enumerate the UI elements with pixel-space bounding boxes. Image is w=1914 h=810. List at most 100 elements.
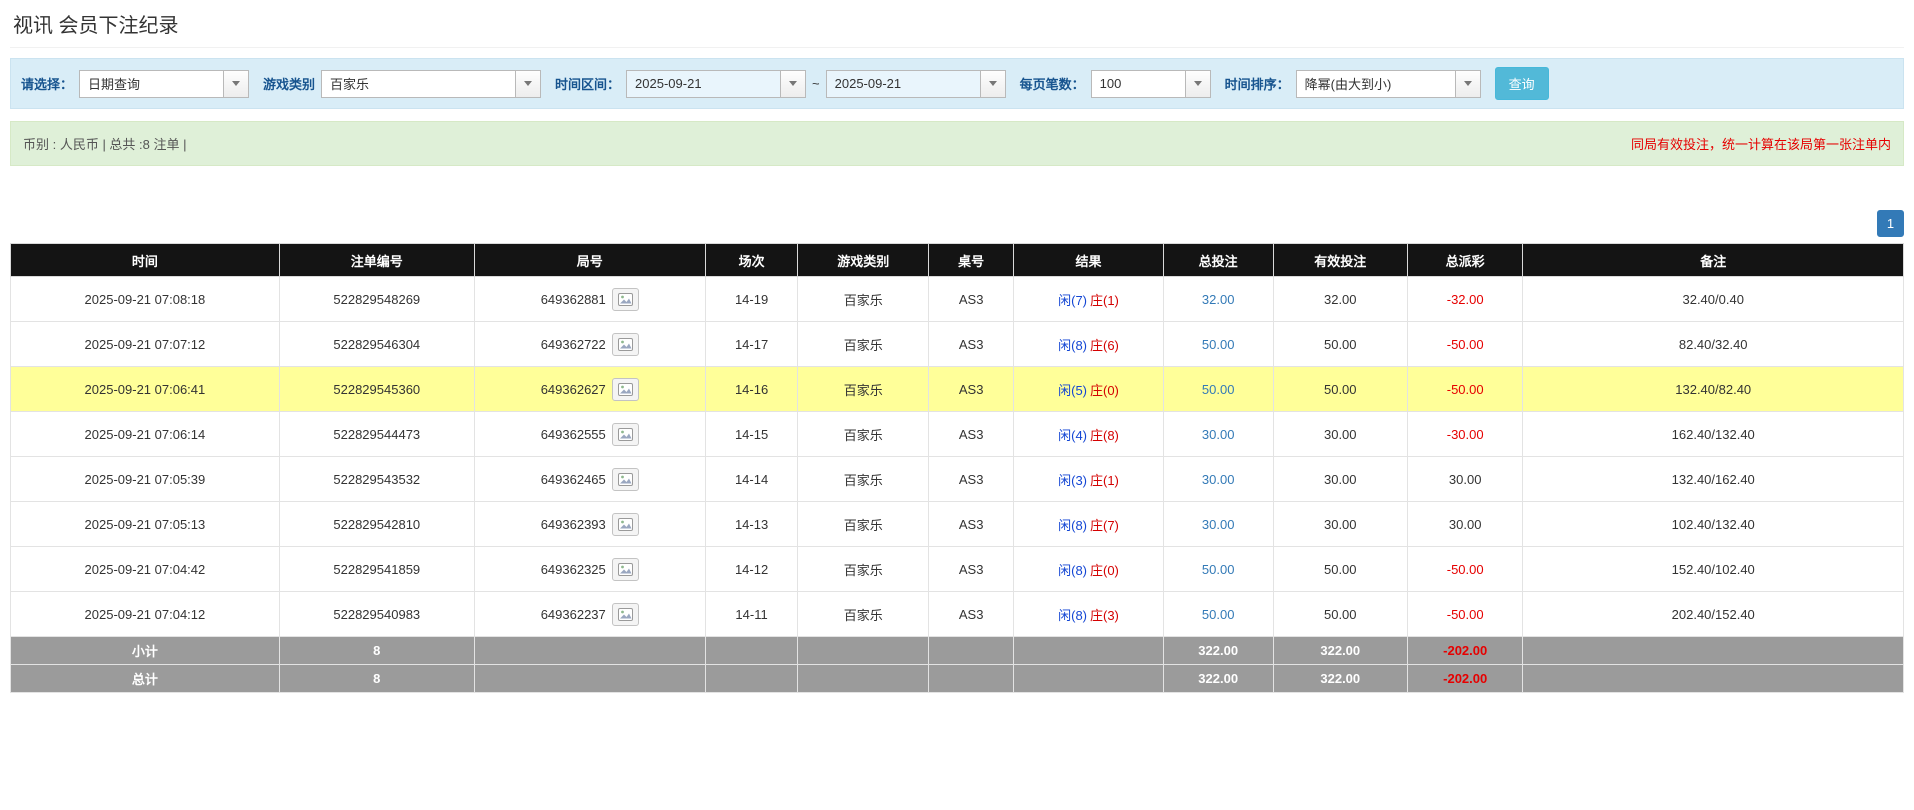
sort-label: 时间排序： (1224, 77, 1290, 92)
cell-result: 闲(8) 庄(6) (1013, 321, 1164, 367)
date-range-group: 时间区间： ~ (555, 69, 1006, 98)
cell-bet-id: 522829542810 (278, 501, 475, 547)
total-bet-link[interactable]: 50.00 (1202, 607, 1235, 622)
subtotal-row: 小计 8 322.00 322.00 -202.00 (10, 636, 1904, 665)
result-player: 闲(3) (1058, 472, 1087, 488)
cell-remark: 202.40/152.40 (1522, 591, 1904, 637)
search-button[interactable]: 查询 (1494, 67, 1549, 100)
cell-payout: 30.00 (1406, 456, 1524, 502)
total-bet-link[interactable]: 32.00 (1202, 292, 1235, 307)
round-result-icon[interactable] (611, 467, 639, 491)
round-result-icon[interactable] (611, 602, 639, 626)
cell-time: 2025-09-21 07:08:18 (10, 276, 280, 322)
table-row: 2025-09-21 07:08:18 522829548269 6493628… (10, 276, 1904, 322)
date-to-dropdown-button[interactable] (980, 69, 1006, 98)
date-from-dropdown-button[interactable] (781, 69, 807, 98)
cell-remark: 132.40/162.40 (1522, 456, 1904, 502)
game-type-dropdown-button[interactable] (516, 69, 542, 98)
total-bet-link[interactable]: 50.00 (1202, 382, 1235, 397)
cell-total-bet: 50.00 (1162, 591, 1274, 637)
total-bet-link[interactable]: 30.00 (1202, 427, 1235, 442)
col-header-time: 时间 (10, 243, 280, 277)
date-to-input[interactable] (825, 69, 981, 98)
cell-session: 14-19 (704, 276, 799, 322)
col-header-table-no: 桌号 (928, 243, 1015, 277)
col-header-remark: 备注 (1522, 243, 1904, 277)
picture-icon (617, 292, 633, 306)
bet-table: 时间 注单编号 局号 场次 游戏类别 桌号 结果 总投注 有效投注 总派彩 备注… (10, 243, 1904, 693)
cell-round-id: 649362627 (473, 366, 706, 412)
pagination: 1 (10, 210, 1904, 237)
result-player: 闲(7) (1058, 292, 1087, 308)
col-header-valid-bet: 有效投注 (1272, 243, 1408, 277)
picture-icon (617, 517, 633, 531)
round-number: 649362555 (540, 426, 606, 442)
cell-round-id: 649362393 (473, 501, 706, 547)
total-bet-link[interactable]: 30.00 (1202, 517, 1235, 532)
footer-empty-cell (1013, 664, 1164, 693)
result-banker: 庄(7) (1090, 517, 1119, 533)
round-number: 649362881 (540, 291, 606, 307)
cell-session: 14-12 (704, 546, 799, 592)
cell-valid-bet: 50.00 (1272, 366, 1408, 412)
cell-bet-id: 522829543532 (278, 456, 475, 502)
total-total-bet: 322.00 (1162, 664, 1274, 693)
cell-time: 2025-09-21 07:06:41 (10, 366, 280, 412)
footer-empty-cell (1522, 636, 1904, 665)
sort-input[interactable] (1295, 69, 1456, 98)
cell-payout: -50.00 (1406, 321, 1524, 367)
chevron-down-icon (789, 81, 798, 86)
cell-bet-id: 522829541859 (278, 546, 475, 592)
round-result-icon[interactable] (611, 377, 639, 401)
cell-session: 14-11 (704, 591, 799, 637)
picture-icon (617, 562, 633, 576)
round-result-icon[interactable] (611, 512, 639, 536)
subtotal-count: 8 (278, 636, 475, 665)
summary-bar: 币别 : 人民币 | 总共 :8 注单 | 同局有效投注，统一计算在该局第一张注… (10, 121, 1904, 166)
total-bet-link[interactable]: 50.00 (1202, 337, 1235, 352)
cell-table-no: AS3 (928, 366, 1015, 412)
table-header-row: 时间 注单编号 局号 场次 游戏类别 桌号 结果 总投注 有效投注 总派彩 备注 (10, 243, 1904, 277)
cell-total-bet: 30.00 (1162, 501, 1274, 547)
pagination-page-1[interactable]: 1 (1877, 210, 1904, 237)
query-type-input[interactable] (79, 69, 225, 98)
total-bet-link[interactable]: 50.00 (1202, 562, 1235, 577)
date-to-combo (825, 69, 1006, 98)
date-from-input[interactable] (626, 69, 782, 98)
round-result-icon[interactable] (611, 557, 639, 581)
round-result-icon[interactable] (611, 422, 639, 446)
sort-dropdown-button[interactable] (1455, 69, 1481, 98)
result-banker: 庄(0) (1090, 382, 1119, 398)
total-valid-bet: 322.00 (1272, 664, 1408, 693)
game-type-label: 游戏类别 (263, 77, 316, 92)
cell-session: 14-15 (704, 411, 799, 457)
cell-session: 14-17 (704, 321, 799, 367)
cell-payout: -30.00 (1406, 411, 1524, 457)
picture-icon (617, 427, 633, 441)
col-header-round-id: 局号 (473, 243, 706, 277)
subtotal-payout: -202.00 (1406, 636, 1524, 665)
summary-note: 同局有效投注，统一计算在该局第一张注单内 (1630, 137, 1891, 152)
query-type-dropdown-button[interactable] (224, 69, 250, 98)
round-result-icon[interactable] (611, 332, 639, 356)
cell-valid-bet: 32.00 (1272, 276, 1408, 322)
col-header-game-type: 游戏类别 (797, 243, 930, 277)
game-type-input[interactable] (321, 69, 517, 98)
total-bet-link[interactable]: 30.00 (1202, 472, 1235, 487)
cell-bet-id: 522829548269 (278, 276, 475, 322)
filter-bar: 请选择： 游戏类别 时间区间： ~ (10, 58, 1904, 109)
page-size-input[interactable] (1090, 69, 1186, 98)
cell-valid-bet: 50.00 (1272, 321, 1408, 367)
cell-result: 闲(7) 庄(1) (1013, 276, 1164, 322)
cell-total-bet: 32.00 (1162, 276, 1274, 322)
result-player: 闲(8) (1058, 517, 1087, 533)
footer-empty-cell (473, 636, 706, 665)
chevron-down-icon (988, 81, 997, 86)
round-result-icon[interactable] (611, 287, 639, 311)
cell-payout: -50.00 (1406, 591, 1524, 637)
table-row: 2025-09-21 07:05:13 522829542810 6493623… (10, 501, 1904, 547)
round-number: 649362722 (540, 336, 606, 352)
page-title: 视讯 会员下注纪录 (13, 15, 179, 37)
page-size-dropdown-button[interactable] (1185, 69, 1211, 98)
cell-valid-bet: 50.00 (1272, 591, 1408, 637)
